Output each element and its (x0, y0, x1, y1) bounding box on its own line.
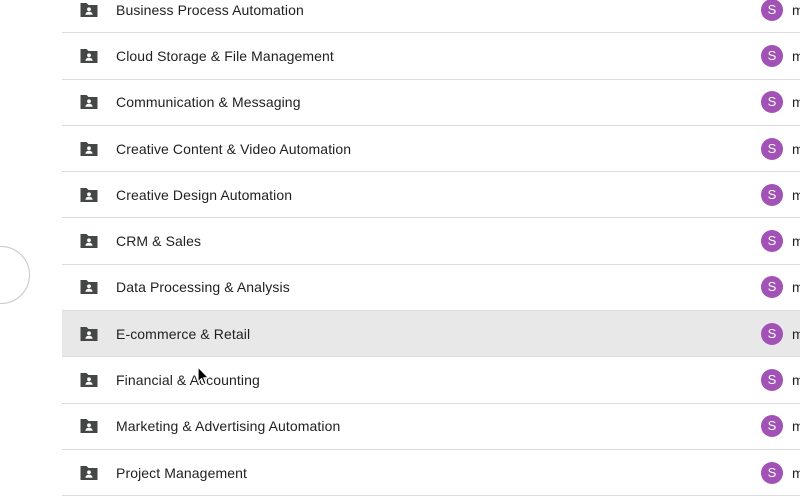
shared-folder-icon (79, 48, 99, 64)
folder-name: Creative Content & Video Automation (116, 140, 352, 157)
shared-folder-icon (79, 233, 99, 249)
avatar[interactable]: S (761, 91, 783, 114)
table-row[interactable]: Financial & Accounting S m (62, 357, 800, 404)
folder-name: Marketing & Advertising Automation (116, 418, 341, 435)
folder-name: Data Processing & Analysis (116, 279, 290, 296)
owner-name: m (792, 1, 800, 18)
table-row[interactable]: Marketing & Advertising Automation S m (62, 404, 800, 450)
table-row[interactable]: Communication & Messaging S m (62, 80, 800, 126)
folder-name: E-commerce & Retail (116, 325, 251, 342)
drive-file-list-view: Business Process Automation S m Cloud St… (0, 0, 800, 500)
avatar[interactable]: S (761, 276, 783, 299)
owner-name: m (792, 140, 800, 157)
side-panel-button[interactable] (0, 246, 30, 304)
owner-name: m (792, 464, 800, 481)
owner-cell: S m (761, 137, 800, 160)
avatar[interactable]: S (761, 0, 783, 21)
folder-name: Financial & Accounting (116, 372, 260, 389)
table-row[interactable]: Creative Design Automation S m (62, 172, 800, 219)
owner-cell: S m (761, 91, 800, 114)
owner-cell: S m (761, 183, 800, 206)
shared-folder-icon (79, 465, 99, 481)
owner-cell: S m (761, 230, 800, 253)
avatar[interactable]: S (761, 44, 783, 67)
owner-name: m (792, 94, 800, 111)
table-row[interactable]: Creative Content & Video Automation S m (62, 126, 800, 173)
table-row[interactable]: Cloud Storage & File Management S m (62, 33, 800, 80)
owner-name: m (792, 279, 800, 296)
table-row[interactable]: E-commerce & Retail S m (62, 311, 800, 358)
shared-folder-icon (79, 326, 99, 342)
shared-folder-icon (79, 94, 99, 110)
folder-list: Business Process Automation S m Cloud St… (62, 0, 800, 497)
owner-cell: S m (761, 276, 800, 299)
owner-name: m (792, 233, 800, 250)
folder-name: Business Process Automation (116, 1, 304, 18)
mouse-pointer-icon (197, 366, 210, 386)
owner-cell: S m (761, 369, 800, 392)
table-row[interactable]: Business Process Automation S m (62, 0, 800, 34)
owner-name: m (792, 186, 800, 203)
owner-cell: S m (761, 415, 800, 438)
owner-cell: S m (761, 0, 800, 21)
avatar[interactable]: S (761, 137, 783, 160)
shared-folder-icon (79, 2, 99, 18)
table-row[interactable]: Data Processing & Analysis S m (62, 265, 800, 312)
owner-cell: S m (761, 322, 800, 345)
owner-name: m (792, 325, 800, 342)
owner-name: m (792, 372, 800, 389)
folder-name: Creative Design Automation (116, 186, 293, 203)
shared-folder-icon (79, 372, 99, 388)
folder-name: Communication & Messaging (116, 94, 301, 111)
avatar[interactable]: S (761, 183, 783, 206)
owner-name: m (792, 418, 800, 435)
shared-folder-icon (79, 141, 99, 157)
avatar[interactable]: S (761, 230, 783, 253)
table-row[interactable]: CRM & Sales S m (62, 218, 800, 265)
shared-folder-icon (79, 187, 99, 203)
folder-name: Cloud Storage & File Management (116, 47, 334, 64)
shared-folder-icon (79, 279, 99, 295)
owner-name: m (792, 47, 800, 64)
table-row[interactable]: Project Management S m (62, 450, 800, 497)
owner-cell: S m (761, 44, 800, 67)
shared-folder-icon (79, 418, 99, 434)
avatar[interactable]: S (761, 322, 783, 345)
avatar[interactable]: S (761, 461, 783, 484)
avatar[interactable]: S (761, 415, 783, 438)
folder-name: Project Management (116, 464, 247, 481)
folder-name: CRM & Sales (116, 233, 202, 250)
owner-cell: S m (761, 461, 800, 484)
avatar[interactable]: S (761, 369, 783, 392)
